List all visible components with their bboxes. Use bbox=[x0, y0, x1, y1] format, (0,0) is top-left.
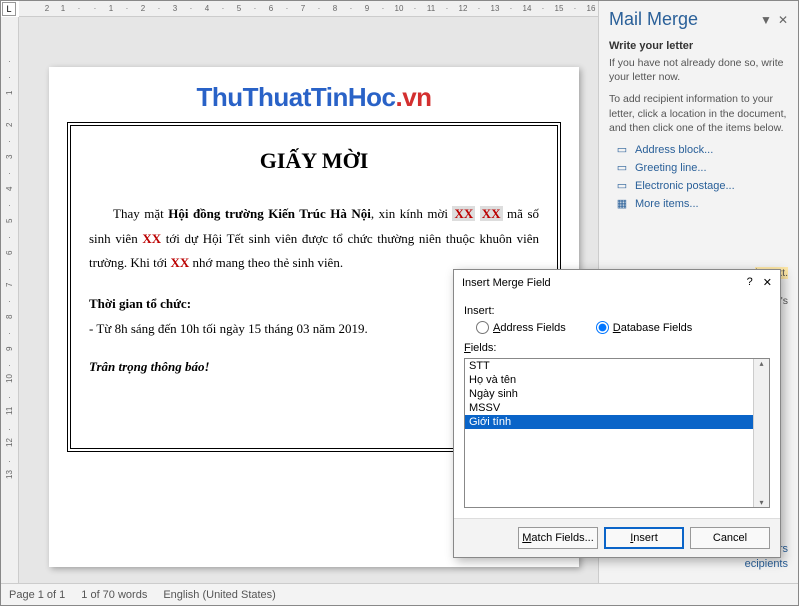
dropdown-icon[interactable]: ▼ bbox=[760, 13, 772, 27]
insert-merge-field-dialog: Insert Merge Field ? ✕ Insert: Address F… bbox=[453, 269, 781, 558]
fields-listbox[interactable]: STTHọ và tênNgày sinhMSSVGiới tính bbox=[464, 358, 770, 508]
merge-field[interactable]: XX bbox=[480, 206, 503, 221]
pane-text: If you have not already done so, write y… bbox=[609, 56, 788, 84]
pane-cut-text: When you have finished bbox=[609, 217, 788, 231]
field-item[interactable]: Họ và tên bbox=[465, 373, 769, 387]
field-item[interactable]: Giới tính bbox=[465, 415, 769, 429]
more-items-link[interactable]: ▦More items... bbox=[609, 197, 788, 211]
close-icon[interactable]: ✕ bbox=[763, 276, 772, 289]
close-icon[interactable]: ✕ bbox=[778, 13, 788, 27]
doc-paragraph: Thay mặt Hội đồng trường Kiến Trúc Hà Nộ… bbox=[89, 202, 539, 276]
merge-field[interactable]: XX bbox=[452, 206, 475, 221]
merge-field[interactable]: XX bbox=[170, 255, 189, 270]
ruler-vertical[interactable]: ··1·2·3·4·5·6·7·8·9·10·11·12·13 bbox=[1, 17, 19, 583]
help-icon[interactable]: ? bbox=[747, 276, 753, 289]
field-item[interactable]: Ngày sinh bbox=[465, 387, 769, 401]
watermark: ThuThuatTinHoc.vn bbox=[49, 82, 579, 113]
scrollbar[interactable] bbox=[753, 359, 769, 507]
doc-title: GIẤY MỜI bbox=[89, 148, 539, 174]
database-fields-radio[interactable]: Database Fields bbox=[596, 321, 693, 334]
status-bar: Page 1 of 1 1 of 70 words English (Unite… bbox=[1, 583, 798, 605]
insert-button[interactable]: Insert bbox=[604, 527, 684, 549]
pane-text: To add recipient information to your let… bbox=[609, 92, 788, 135]
ruler-horizontal[interactable]: 21··1·2·3·4·5·6·7·8·9·10·11·12·13·14·15·… bbox=[19, 1, 598, 17]
language-indicator[interactable]: English (United States) bbox=[163, 589, 276, 601]
address-icon: ▭ bbox=[615, 143, 629, 157]
word-count[interactable]: 1 of 70 words bbox=[81, 589, 147, 601]
greeting-line-link[interactable]: ▭Greeting line... bbox=[609, 161, 788, 175]
address-block-link[interactable]: ▭Address block... bbox=[609, 143, 788, 157]
address-fields-radio[interactable]: Address Fields bbox=[476, 321, 566, 334]
dialog-title: Insert Merge Field bbox=[462, 277, 551, 289]
insert-label: Insert: bbox=[464, 305, 770, 317]
greeting-icon: ▭ bbox=[615, 161, 629, 175]
field-item[interactable]: STT bbox=[465, 359, 769, 373]
fields-label: Fields: bbox=[464, 342, 770, 354]
tab-selector[interactable]: L bbox=[2, 2, 16, 16]
field-item[interactable]: MSSV bbox=[465, 401, 769, 415]
pane-title: Mail Merge bbox=[609, 9, 698, 30]
match-fields-button[interactable]: Match Fields... bbox=[518, 527, 598, 549]
electronic-postage-link[interactable]: ▭Electronic postage... bbox=[609, 179, 788, 193]
cancel-button[interactable]: Cancel bbox=[690, 527, 770, 549]
dialog-titlebar[interactable]: Insert Merge Field ? ✕ bbox=[454, 270, 780, 295]
merge-field[interactable]: XX bbox=[142, 231, 161, 246]
postage-icon: ▭ bbox=[615, 179, 629, 193]
select-recipients-link[interactable]: ecipients bbox=[745, 558, 788, 570]
page-indicator[interactable]: Page 1 of 1 bbox=[9, 589, 65, 601]
pane-section-title: Write your letter bbox=[609, 40, 788, 52]
more-icon: ▦ bbox=[615, 197, 629, 211]
